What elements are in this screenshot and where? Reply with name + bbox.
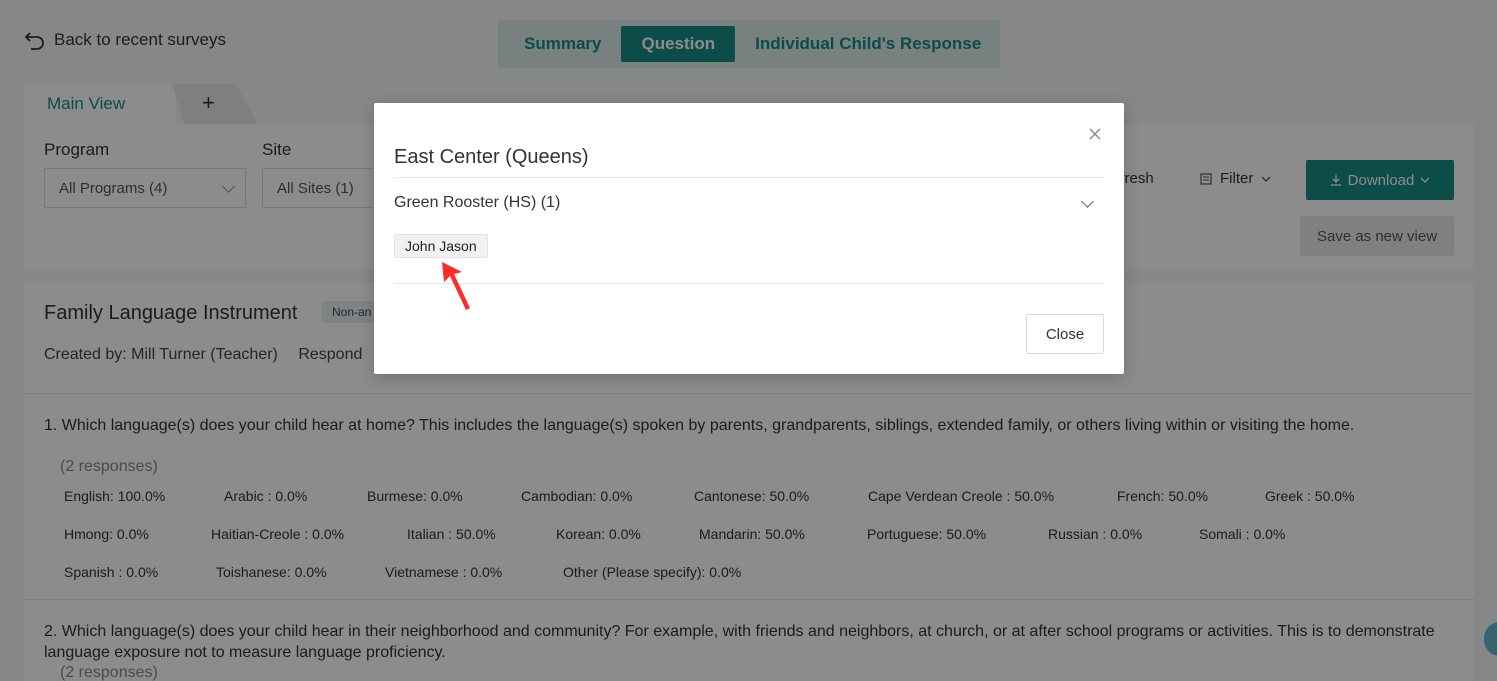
divider xyxy=(394,283,1104,284)
chevron-down-icon xyxy=(1081,194,1094,208)
site-children-modal: East Center (Queens) Green Rooster (HS) … xyxy=(374,103,1124,374)
divider xyxy=(394,177,1104,178)
child-name-tag[interactable]: John Jason xyxy=(394,234,488,258)
close-icon[interactable] xyxy=(1086,125,1104,143)
modal-title: East Center (Queens) xyxy=(394,146,589,168)
classroom-group-toggle[interactable]: Green Rooster (HS) (1) xyxy=(394,191,1104,215)
close-button[interactable]: Close xyxy=(1026,314,1104,354)
annotation-arrow-icon xyxy=(442,262,470,310)
classroom-group-label: Green Rooster (HS) (1) xyxy=(394,194,561,211)
